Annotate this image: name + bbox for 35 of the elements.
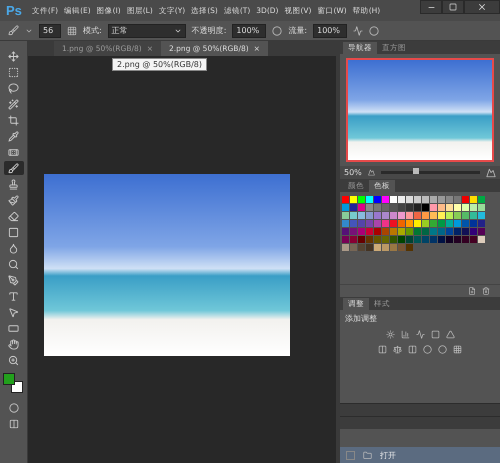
sun-icon[interactable] [386,330,394,339]
slider-thumb[interactable] [412,168,418,174]
opacity-label: 不透明度: [192,25,226,36]
zoom-value: 50% [344,168,362,177]
maximize-button[interactable] [442,0,464,14]
brush-size-picker[interactable]: 56 [39,24,61,38]
folder-icon [363,450,372,460]
curve-icon[interactable] [416,330,424,339]
square-icon[interactable] [430,330,440,339]
mode-dropdown[interactable]: 正常 [108,24,186,38]
circle-icon[interactable] [438,345,447,354]
trash-icon[interactable] [482,287,490,295]
panel-heading: 添加调整 [344,313,378,325]
brush-icon[interactable] [8,25,19,36]
maximize-icon [449,3,457,11]
scale-icon[interactable] [393,345,402,354]
columns-icon[interactable] [378,345,387,354]
grid-icon[interactable] [453,345,462,354]
close-icon [477,2,487,12]
new-swatch-icon[interactable] [468,287,476,295]
tooltip: 2.png @ 50%(RGB/8) [112,58,207,71]
foreground-color-swatch[interactable] [2,373,14,385]
bar-chart-icon[interactable] [400,330,410,339]
history-item[interactable]: 打开 [340,447,500,463]
flow-label: 流量: [288,25,308,36]
brush-panel-icon[interactable] [67,26,77,36]
flow-field[interactable]: 100% [313,24,348,38]
close-button[interactable] [464,0,500,14]
triangle-icon[interactable] [446,330,454,339]
opacity-field[interactable]: 100% [232,24,266,38]
columns-icon[interactable] [408,345,417,354]
app-logo: Ps [6,3,22,18]
circle-icon[interactable] [423,345,432,354]
brush-icon[interactable] [4,161,24,175]
mode-label: 模式: [83,25,102,36]
